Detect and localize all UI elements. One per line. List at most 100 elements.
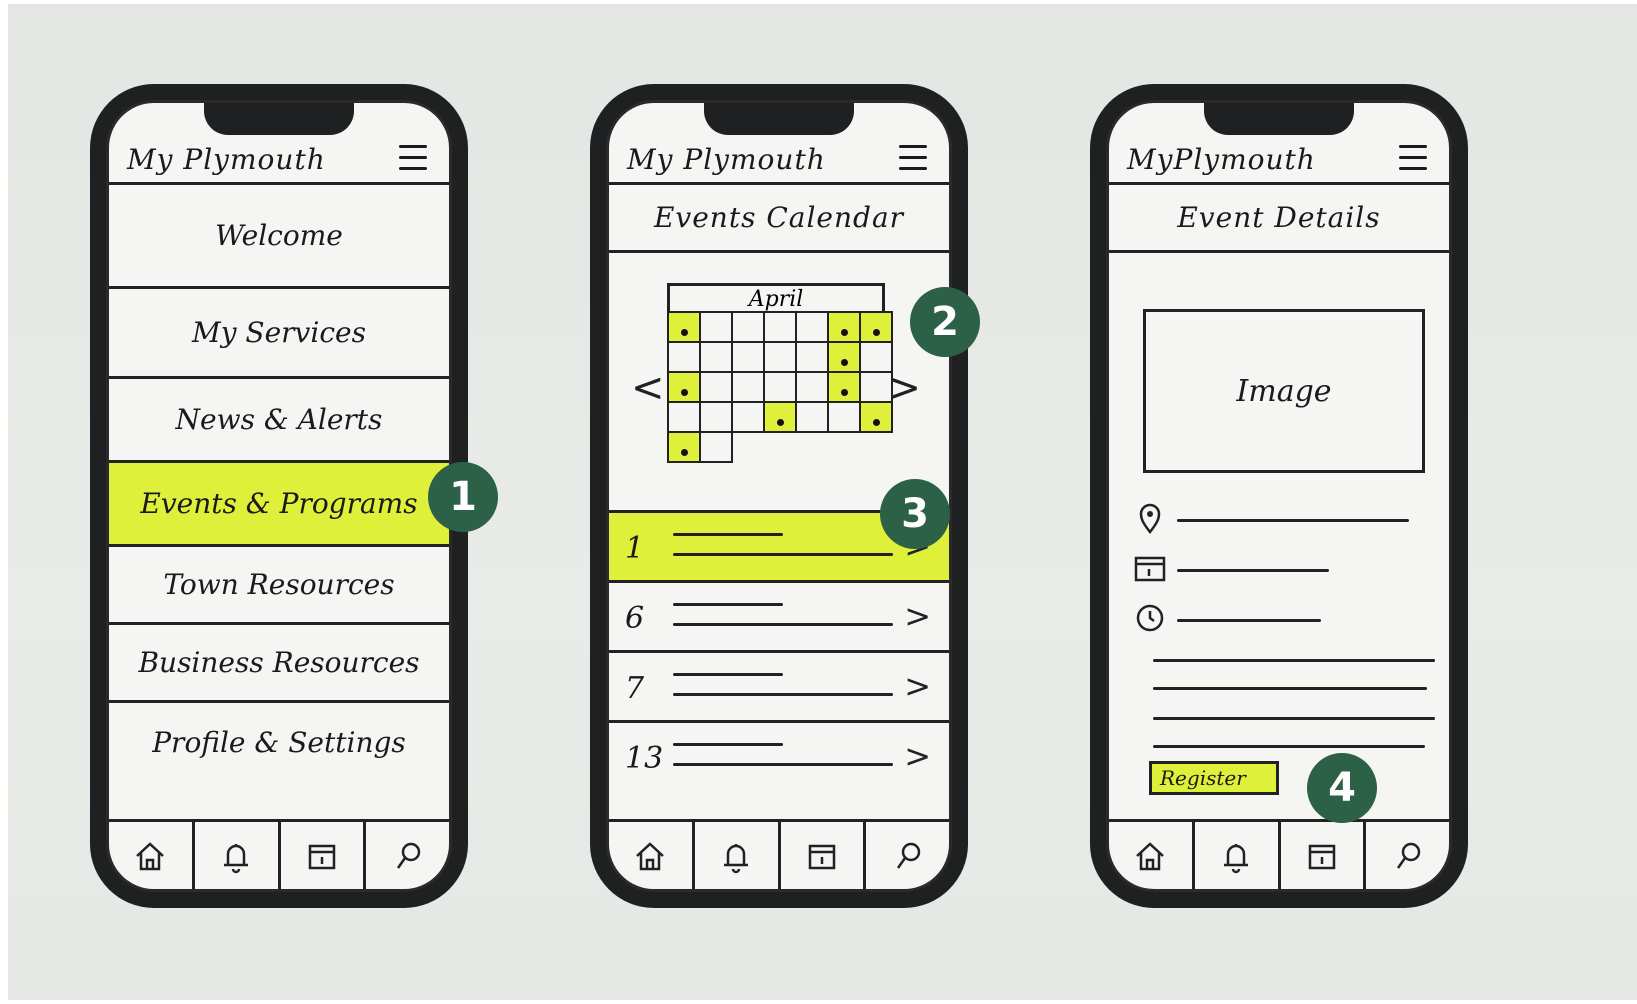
event-row[interactable]: 6 > (609, 583, 949, 653)
menu-item-profile-settings[interactable]: Profile & Settings (109, 703, 449, 781)
menu-item-town-resources[interactable]: Town Resources (109, 547, 449, 625)
calendar-day-event[interactable] (667, 311, 701, 343)
date-placeholder (1177, 569, 1329, 572)
calendar-month: April (667, 283, 885, 312)
menu-item-news-alerts[interactable]: News & Alerts (109, 379, 449, 463)
chevron-right-icon: > (904, 667, 931, 705)
phone-home-menu: My Plymouth Welcome My Services News & A… (90, 84, 468, 908)
calendar-day[interactable] (667, 341, 701, 373)
bottom-tab-bar (609, 819, 949, 889)
hamburger-menu-icon[interactable] (1399, 145, 1427, 171)
menu-item-events-programs[interactable]: Events & Programs (109, 463, 449, 547)
calendar-day[interactable] (795, 401, 829, 433)
tab-calendar[interactable] (781, 822, 867, 889)
step-badge-4: 4 (1307, 753, 1377, 823)
tab-alerts[interactable] (195, 822, 281, 889)
app-title: MyPlymouth (1127, 143, 1316, 176)
phone-event-details: MyPlymouth Event Details Image Register (1090, 84, 1468, 908)
tab-search[interactable] (1366, 822, 1449, 889)
event-day: 13 (625, 741, 664, 776)
section-title: Events Calendar (609, 185, 949, 253)
event-image-placeholder: Image (1143, 309, 1425, 473)
calendar-day[interactable] (763, 341, 797, 373)
bell-icon (224, 843, 249, 873)
event-date-row (1133, 547, 1433, 587)
tab-calendar[interactable] (281, 822, 367, 889)
location-placeholder (1177, 519, 1409, 522)
event-desc-placeholder (673, 693, 893, 696)
tab-alerts[interactable] (695, 822, 781, 889)
calendar-day[interactable] (699, 311, 733, 343)
search-icon (396, 842, 420, 869)
menu-item-business-resources[interactable]: Business Resources (109, 625, 449, 703)
event-day: 7 (625, 671, 645, 706)
calendar-icon (1308, 844, 1336, 869)
event-day: 6 (625, 601, 645, 636)
calendar-day[interactable] (667, 401, 701, 433)
calendar-day-event[interactable] (667, 371, 701, 403)
step-badge-2: 2 (910, 287, 980, 357)
event-row[interactable]: 13 > (609, 723, 949, 793)
calendar-day[interactable] (731, 401, 765, 433)
step-badge-1: 1 (428, 462, 498, 532)
calendar-icon (308, 844, 336, 869)
calendar-day-event[interactable] (827, 371, 861, 403)
calendar-day[interactable] (731, 341, 765, 373)
tab-home[interactable] (609, 822, 695, 889)
event-day: 1 (625, 531, 645, 566)
event-title-placeholder (673, 673, 783, 676)
location-pin-icon (1139, 503, 1161, 535)
register-button[interactable]: Register (1149, 761, 1279, 795)
description-line (1153, 687, 1427, 690)
calendar-day[interactable] (763, 311, 797, 343)
phone-notch (1204, 103, 1354, 135)
calendar-day[interactable] (795, 371, 829, 403)
menu-item-welcome[interactable]: Welcome (109, 185, 449, 289)
tab-alerts[interactable] (1195, 822, 1281, 889)
calendar-day[interactable] (795, 341, 829, 373)
phone-notch (204, 103, 354, 135)
tab-home[interactable] (1109, 822, 1195, 889)
chevron-right-icon: > (904, 597, 931, 635)
calendar-day-event[interactable] (667, 431, 701, 463)
description-line (1153, 659, 1435, 662)
bell-icon (724, 843, 749, 873)
calendar-day[interactable] (827, 401, 861, 433)
event-location-row (1133, 497, 1433, 537)
tab-search[interactable] (866, 822, 949, 889)
event-time-row (1133, 597, 1433, 637)
next-month-button[interactable]: > (887, 365, 921, 411)
calendar-day[interactable] (731, 311, 765, 343)
hamburger-menu-icon[interactable] (899, 145, 927, 171)
event-row[interactable]: 7 > (609, 653, 949, 723)
calendar-icon (1134, 556, 1166, 582)
search-icon (1396, 842, 1420, 869)
app-title: My Plymouth (127, 143, 326, 176)
calendar-day[interactable] (699, 401, 733, 433)
calendar-day[interactable] (795, 311, 829, 343)
event-desc-placeholder (673, 623, 893, 626)
home-icon (636, 841, 665, 870)
calendar-day-event[interactable] (859, 311, 893, 343)
calendar-day-event[interactable] (827, 311, 861, 343)
prev-month-button[interactable]: < (631, 365, 665, 411)
search-icon (896, 842, 920, 869)
chevron-right-icon: > (904, 737, 931, 775)
calendar-day[interactable] (699, 371, 733, 403)
tab-search[interactable] (366, 822, 449, 889)
menu-item-my-services[interactable]: My Services (109, 289, 449, 379)
app-title: My Plymouth (627, 143, 826, 176)
bottom-tab-bar (109, 819, 449, 889)
calendar-day-event[interactable] (763, 401, 797, 433)
calendar-widget: < April > (609, 253, 949, 513)
event-desc-placeholder (673, 553, 893, 556)
tab-calendar[interactable] (1281, 822, 1367, 889)
calendar-day-event[interactable] (827, 341, 861, 373)
calendar-day[interactable] (763, 371, 797, 403)
calendar-day[interactable] (731, 371, 765, 403)
hamburger-menu-icon[interactable] (399, 145, 427, 171)
event-title-placeholder (673, 533, 783, 536)
tab-home[interactable] (109, 822, 195, 889)
calendar-day[interactable] (699, 341, 733, 373)
calendar-day[interactable] (699, 431, 733, 463)
